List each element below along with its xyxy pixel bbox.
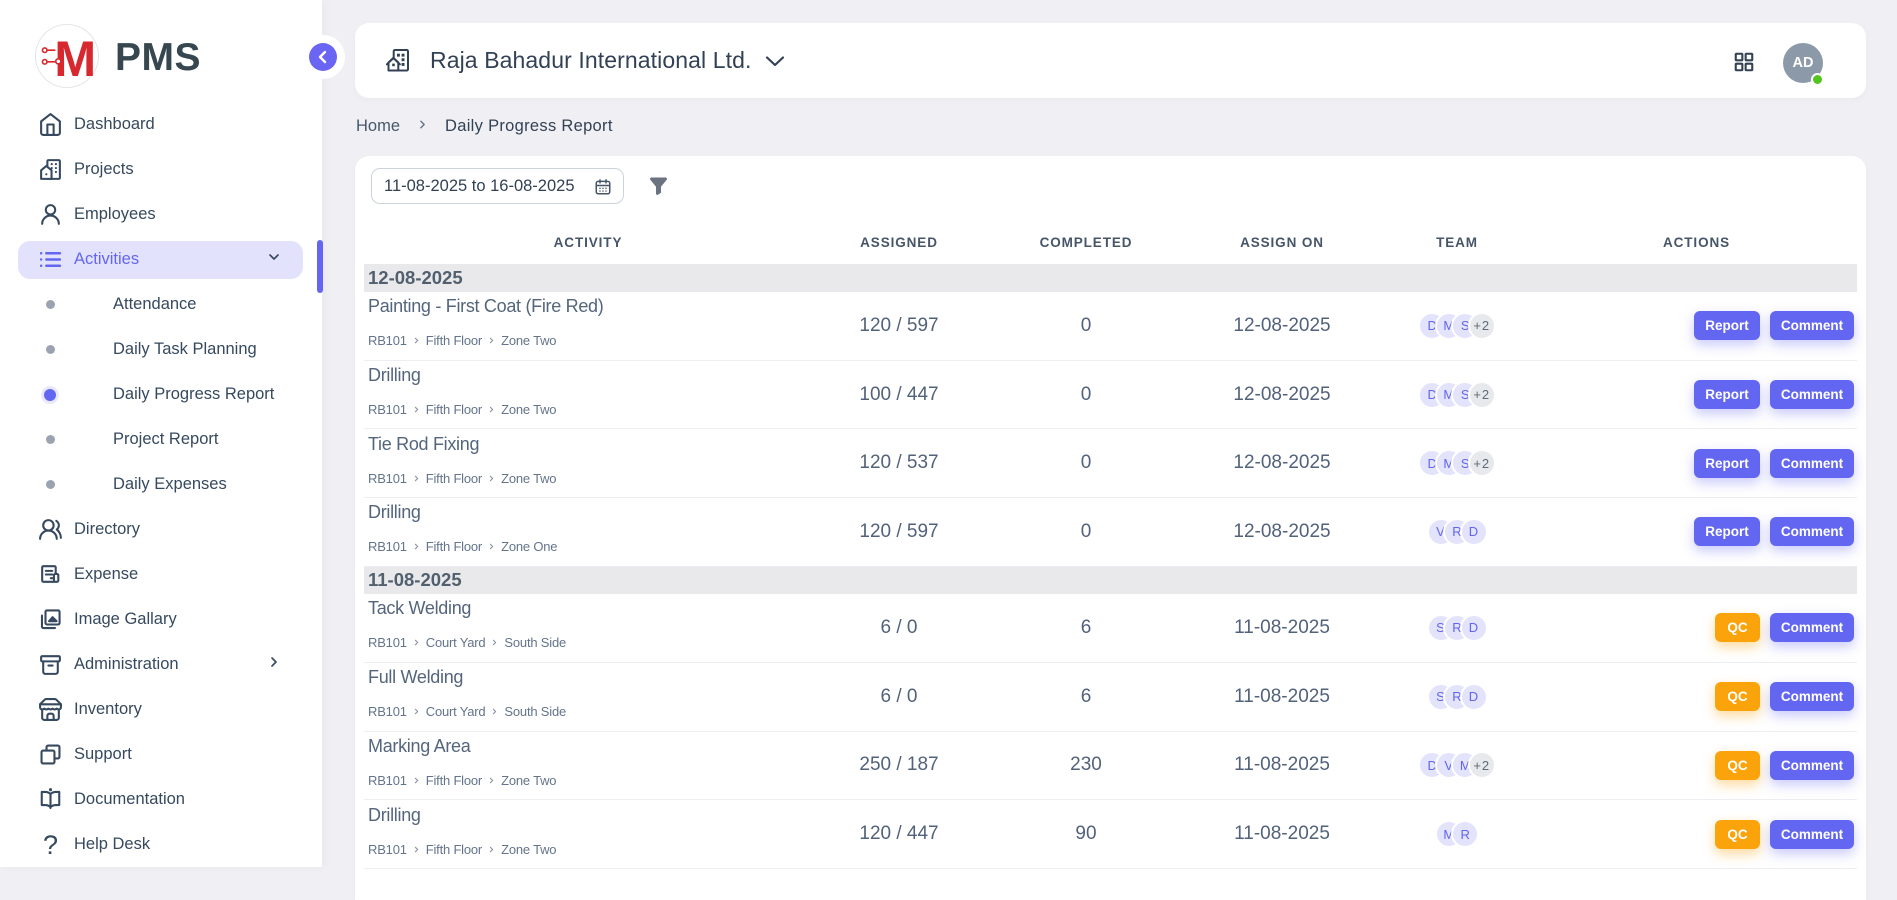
- svg-text:?: ?: [43, 832, 58, 857]
- svg-text:M: M: [54, 30, 96, 87]
